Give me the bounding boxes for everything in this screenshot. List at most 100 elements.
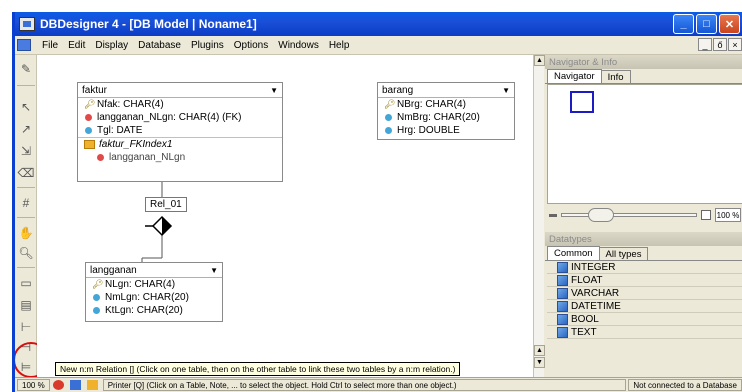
app-icon <box>19 17 35 31</box>
datatype-item[interactable]: INTEGER <box>547 261 742 274</box>
datatype-label: INTEGER <box>571 261 616 273</box>
datatype-label: FLOAT <box>571 274 603 286</box>
navigator-tabs: Navigator Info <box>545 69 742 84</box>
scroll-up-icon[interactable]: ▲ <box>534 345 545 356</box>
column-icon <box>93 307 100 314</box>
tab-common[interactable]: Common <box>547 246 600 260</box>
tool-tooltip: New n:m Relation [] (Click on one table,… <box>55 362 461 376</box>
tool-palette: ✎ ↖ ↗ ⇲ ⌫ # ✋ 🔍︎ ▭ ▤ ⊢ ⊣ ⊨ <box>15 55 37 377</box>
rubber-band-tool-icon[interactable]: ⇲ <box>18 143 34 159</box>
relation-connector <box>141 182 173 281</box>
status-message: Printer [Q] (Click on a Table, Note, ...… <box>102 379 627 391</box>
zoom-in-icon[interactable] <box>701 210 711 220</box>
canvas-vertical-scrollbar[interactable]: ▲ ▲ ▼ <box>533 55 545 377</box>
datatype-item[interactable]: FLOAT <box>547 274 742 287</box>
datatype-item[interactable]: BOOL <box>547 313 742 326</box>
folder-icon[interactable] <box>86 380 98 390</box>
column-row[interactable]: KtLgn: CHAR(20) <box>86 304 222 317</box>
scroll-down-icon[interactable]: ▼ <box>534 357 545 368</box>
menu-windows[interactable]: Windows <box>273 40 324 51</box>
dropdown-arrow-icon[interactable]: ▼ <box>210 266 218 275</box>
menu-bar: File Edit Display Database Plugins Optio… <box>15 36 742 55</box>
model-canvas[interactable]: faktur ▼ 🔑︎ Nfak: CHAR(4) langganan_NLgn:… <box>37 55 533 377</box>
mdi-minimize-button[interactable]: _ <box>698 38 712 51</box>
tool-separator <box>17 85 35 86</box>
menu-edit[interactable]: Edit <box>63 40 90 51</box>
close-button[interactable]: ✕ <box>719 14 740 34</box>
datatype-list: INTEGER FLOAT VARCHAR DATETIME BOOL TEXT <box>547 261 742 339</box>
menu-help[interactable]: Help <box>324 40 355 51</box>
handle-tool-icon[interactable]: ✎ <box>18 61 34 77</box>
datatype-item[interactable]: VARCHAR <box>547 287 742 300</box>
datatype-icon <box>557 261 568 273</box>
minimize-button[interactable]: _ <box>673 14 694 34</box>
zoom-value[interactable]: 100 % <box>715 208 741 222</box>
key-icon: 🔑︎ <box>92 279 104 289</box>
menu-database[interactable]: Database <box>133 40 186 51</box>
mdi-controls: _ ő × <box>698 38 742 51</box>
navigator-preview[interactable] <box>547 84 742 204</box>
hand-tool-icon[interactable]: ✋ <box>18 225 34 241</box>
table-langganan[interactable]: langganan ▼ 🔑︎ NLgn: CHAR(4) NmLgn: CHAR(… <box>85 262 223 322</box>
maximize-button[interactable]: □ <box>696 14 717 34</box>
datatypes-panel-title: Datatypes <box>545 232 742 246</box>
datatype-icon <box>557 313 568 325</box>
datatype-item[interactable]: DATETIME <box>547 300 742 313</box>
column-row[interactable]: 🔑︎ NLgn: CHAR(4) <box>86 278 222 291</box>
zoom-slider-thumb[interactable] <box>588 208 614 222</box>
menu-file[interactable]: File <box>37 40 63 51</box>
mdi-restore-button[interactable]: ő <box>713 38 727 51</box>
save-icon[interactable] <box>69 380 81 390</box>
tool-separator <box>17 217 35 218</box>
table-name: langganan <box>90 264 137 276</box>
menu-display[interactable]: Display <box>90 40 133 51</box>
datatype-label: TEXT <box>571 326 597 338</box>
eraser-tool-icon[interactable]: ⌫ <box>18 165 35 181</box>
datatype-icon <box>557 274 568 286</box>
status-bar: 100 % Printer [Q] (Click on a Table, Not… <box>15 377 742 392</box>
tool-separator <box>17 267 35 268</box>
menu-plugins[interactable]: Plugins <box>186 40 229 51</box>
zoom-slider[interactable] <box>561 208 697 222</box>
datatypes-tabs: Common All types <box>545 246 742 261</box>
datatype-icon <box>557 300 568 312</box>
app-window: DBDesigner 4 - [DB Model | Noname1] _ □ … <box>12 12 742 392</box>
tab-navigator[interactable]: Navigator <box>547 69 602 83</box>
relation-label[interactable]: Rel_01 <box>145 197 187 212</box>
zoom-out-icon[interactable] <box>549 213 557 217</box>
status-zoom: 100 % <box>17 379 50 391</box>
grid-tool-icon[interactable]: # <box>18 195 34 211</box>
title-bar: DBDesigner 4 - [DB Model | Noname1] _ □ … <box>15 12 742 36</box>
datatype-label: DATETIME <box>571 300 621 312</box>
datatype-item[interactable]: TEXT <box>547 326 742 339</box>
menu-options[interactable]: Options <box>229 40 273 51</box>
datatype-label: BOOL <box>571 313 599 325</box>
zoom-control: 100 % <box>545 204 742 226</box>
tab-info[interactable]: Info <box>600 70 631 83</box>
datatype-icon <box>557 287 568 299</box>
mdi-close-button[interactable]: × <box>728 38 742 51</box>
move-tool-icon[interactable]: ↗ <box>18 121 34 137</box>
new-table-tool-icon[interactable]: ▭ <box>18 275 34 291</box>
datatype-label: VARCHAR <box>571 287 620 299</box>
tab-all-types[interactable]: All types <box>598 247 649 260</box>
connection-status: Not connected to a Database <box>628 379 742 391</box>
navigator-panel-title: Navigator & Info <box>545 55 742 69</box>
pointer-tool-icon[interactable]: ↖ <box>18 99 34 115</box>
tool-separator <box>17 187 35 188</box>
right-panel: Navigator & Info Navigator Info 100 % Da… <box>545 55 742 377</box>
column-label: NLgn: CHAR(4) <box>105 279 176 290</box>
column-row[interactable]: NmLgn: CHAR(20) <box>86 291 222 304</box>
datatype-icon <box>557 326 568 338</box>
window-title: DBDesigner 4 - [DB Model | Noname1] <box>40 17 257 31</box>
zoom-tool-icon[interactable]: 🔍︎ <box>18 245 34 261</box>
table-header[interactable]: langganan ▼ <box>86 263 222 278</box>
relation-1-1-tool-icon[interactable]: ⊢ <box>18 319 34 335</box>
column-label: KtLgn: CHAR(20) <box>105 305 183 316</box>
stop-icon[interactable] <box>52 380 64 390</box>
document-icon[interactable] <box>17 39 31 51</box>
column-label: NmLgn: CHAR(20) <box>105 292 189 303</box>
new-view-tool-icon[interactable]: ▤ <box>18 297 34 313</box>
scroll-up-icon[interactable]: ▲ <box>534 55 545 66</box>
viewport-rectangle[interactable] <box>570 91 594 113</box>
